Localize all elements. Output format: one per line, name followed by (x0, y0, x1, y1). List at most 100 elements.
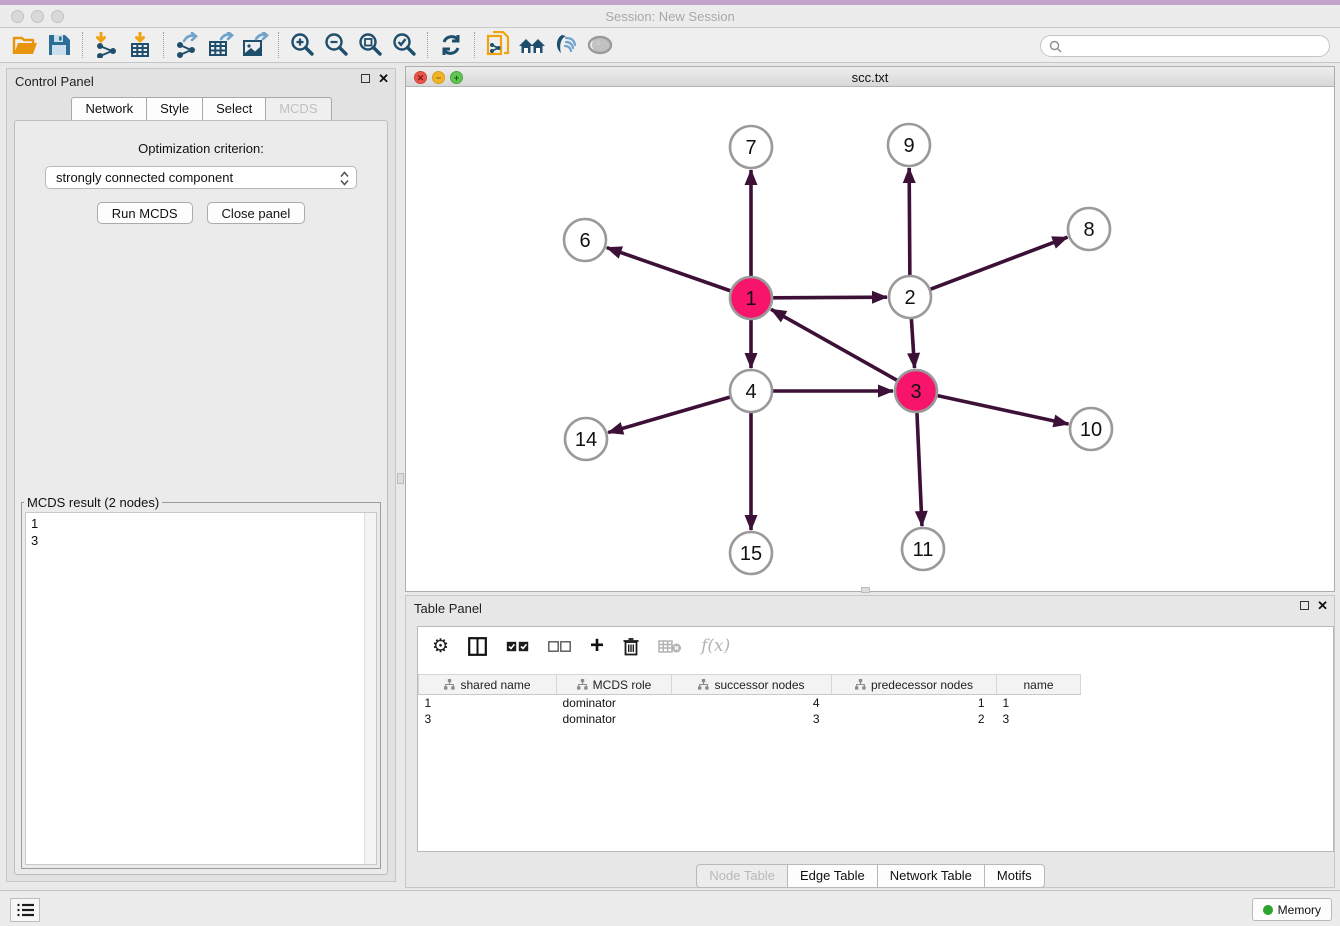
status-bar: Memory (0, 890, 1340, 926)
hierarchy-icon (444, 679, 455, 690)
import-table-icon (127, 32, 153, 58)
graph-node-8[interactable]: 8 (1068, 208, 1110, 250)
table-cell[interactable]: 3 (419, 711, 557, 727)
vertical-splitter-handle[interactable] (397, 473, 404, 484)
table-panel-title: Table Panel (414, 601, 482, 616)
table-cell[interactable]: 3 (672, 711, 832, 727)
table-cell[interactable]: 4 (672, 695, 832, 711)
graph-node-2[interactable]: 2 (889, 276, 931, 318)
table-cell[interactable]: 1 (419, 695, 557, 711)
graph-node-6[interactable]: 6 (564, 219, 606, 261)
float-panel-icon[interactable] (361, 74, 370, 83)
edge-2-8[interactable] (931, 237, 1068, 289)
show-hide-button[interactable] (583, 30, 617, 60)
edge-2-9[interactable] (909, 168, 910, 275)
column-header-successor-nodes[interactable]: successor nodes (672, 675, 832, 695)
table-cell[interactable]: 1 (832, 695, 997, 711)
graph-node-7[interactable]: 7 (730, 126, 772, 168)
export-table-button[interactable] (204, 30, 238, 60)
deselect-all-button[interactable] (548, 641, 571, 652)
graph-node-4[interactable]: 4 (730, 370, 772, 412)
tab-network[interactable]: Network (71, 97, 147, 121)
import-table-button[interactable] (123, 30, 157, 60)
tab-style[interactable]: Style (146, 97, 203, 121)
graph-node-11[interactable]: 11 (902, 528, 944, 570)
horizontal-splitter-handle[interactable] (861, 587, 870, 593)
function-builder-button[interactable]: f(x) (701, 636, 730, 656)
svg-text:8: 8 (1083, 219, 1094, 241)
edge-1-6[interactable] (607, 248, 731, 291)
open-file-button[interactable] (8, 30, 42, 60)
graph-node-9[interactable]: 9 (888, 124, 930, 166)
settings-gear-button[interactable]: ⚙ (432, 635, 449, 658)
delete-column-button[interactable] (623, 637, 639, 656)
column-header-predecessor-nodes[interactable]: predecessor nodes (832, 675, 997, 695)
column-header-shared-name[interactable]: shared name (419, 675, 557, 695)
select-all-button[interactable] (506, 641, 529, 652)
column-layout-button[interactable] (468, 637, 487, 656)
float-panel-icon[interactable] (1300, 601, 1309, 610)
result-scrollbar[interactable] (364, 513, 376, 864)
table-cell[interactable]: dominator (557, 695, 672, 711)
zoom-out-button[interactable] (319, 30, 353, 60)
column-label: successor nodes (714, 678, 804, 692)
tab-select[interactable]: Select (202, 97, 266, 121)
home-icon (517, 33, 547, 57)
search-input[interactable] (1066, 39, 1321, 53)
close-panel-icon[interactable]: ✕ (378, 73, 389, 84)
tab-node-table[interactable]: Node Table (696, 864, 788, 888)
edge-3-11[interactable] (917, 413, 922, 526)
column-header-name[interactable]: name (997, 675, 1081, 695)
column-header-MCDS-role[interactable]: MCDS role (557, 675, 672, 695)
edge-2-3[interactable] (911, 319, 914, 368)
graph-node-10[interactable]: 10 (1070, 408, 1112, 450)
network-canvas[interactable]: 7 9 6 8 1 2 4 3 14 10 15 11 (406, 87, 1334, 591)
graph-node-15[interactable]: 15 (730, 532, 772, 574)
add-column-button[interactable]: + (590, 636, 604, 656)
save-session-button[interactable] (42, 30, 76, 60)
table-cell[interactable]: dominator (557, 711, 672, 727)
tab-mcds[interactable]: MCDS (265, 97, 331, 121)
clone-network-button[interactable] (481, 30, 515, 60)
control-panel-header: Control Panel ✕ (7, 69, 395, 93)
network-view-window: ✕ − + scc.txt 7968124314101511 (405, 66, 1335, 592)
edge-4-14[interactable] (608, 397, 730, 432)
refresh-layout-button[interactable] (434, 30, 468, 60)
close-panel-icon[interactable]: ✕ (1317, 600, 1328, 611)
tab-edge-table[interactable]: Edge Table (787, 864, 878, 888)
run-mcds-button[interactable]: Run MCDS (97, 202, 193, 224)
chevron-updown-icon (340, 171, 349, 186)
table-cell[interactable]: 1 (997, 695, 1081, 711)
delete-table-button[interactable] (658, 639, 682, 654)
optimization-select[interactable]: strongly connected component (45, 166, 357, 189)
mcds-result-area[interactable]: 1 3 (25, 512, 377, 865)
memory-button[interactable]: Memory (1252, 898, 1332, 921)
style-paint-button[interactable] (549, 30, 583, 60)
graph-node-14[interactable]: 14 (565, 418, 607, 460)
graph-node-1[interactable]: 1 (730, 277, 772, 319)
zoom-selected-button[interactable] (387, 30, 421, 60)
tab-motifs[interactable]: Motifs (984, 864, 1045, 888)
edge-3-1[interactable] (771, 309, 897, 380)
delete-column-icon (623, 637, 639, 656)
table-row[interactable]: 1dominator411 (419, 695, 1081, 711)
export-network-button[interactable] (170, 30, 204, 60)
import-network-button[interactable] (89, 30, 123, 60)
tab-network-table[interactable]: Network Table (877, 864, 985, 888)
zoom-in-icon (289, 32, 315, 58)
control-panel: Control Panel ✕ NetworkStyleSelectMCDS O… (6, 68, 396, 882)
task-history-button[interactable] (10, 898, 40, 922)
export-image-button[interactable] (238, 30, 272, 60)
edge-1-2[interactable] (773, 297, 887, 298)
table-cell[interactable]: 2 (832, 711, 997, 727)
table-row[interactable]: 3dominator323 (419, 711, 1081, 727)
home-button[interactable] (515, 30, 549, 60)
close-panel-button[interactable]: Close panel (207, 202, 306, 224)
edge-3-10[interactable] (937, 396, 1068, 424)
svg-text:6: 6 (579, 230, 590, 252)
graph-node-3[interactable]: 3 (895, 370, 937, 412)
zoom-in-button[interactable] (285, 30, 319, 60)
table-panel-tabs: Node TableEdge TableNetwork TableMotifs (406, 864, 1334, 888)
zoom-fit-button[interactable] (353, 30, 387, 60)
table-cell[interactable]: 3 (997, 711, 1081, 727)
